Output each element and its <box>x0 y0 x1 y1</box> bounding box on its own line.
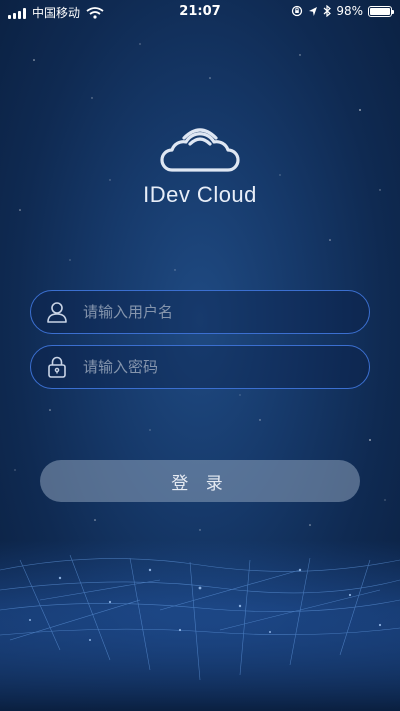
network-mesh-decoration <box>0 540 400 711</box>
login-button[interactable]: 登 录 <box>40 460 360 502</box>
bluetooth-icon <box>323 5 332 17</box>
status-bar: 中国移动 21:07 98% <box>0 0 400 24</box>
password-field[interactable] <box>30 345 370 389</box>
password-input[interactable] <box>81 357 369 377</box>
username-field[interactable] <box>30 290 370 334</box>
lock-rotation-icon <box>292 5 303 17</box>
battery-icon <box>368 5 394 17</box>
status-bar-right: 98% <box>291 4 394 18</box>
login-screen: 中国移动 21:07 98% IDev Cloud 请输入用户名 登 录 <box>0 0 400 711</box>
lock-icon <box>48 356 66 378</box>
app-logo: IDev Cloud <box>0 120 400 208</box>
user-icon <box>47 302 67 323</box>
battery-level <box>370 7 390 15</box>
username-input[interactable] <box>81 302 369 322</box>
app-title: IDev Cloud <box>143 182 257 207</box>
battery-percent: 98% <box>336 4 363 18</box>
location-icon <box>309 6 318 16</box>
cloud-wifi-icon <box>160 128 240 172</box>
